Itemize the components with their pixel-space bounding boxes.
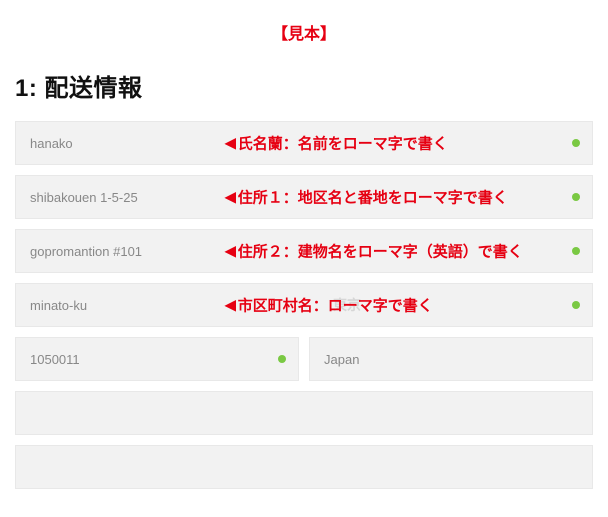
postal-value: 1050011 bbox=[30, 352, 80, 367]
empty-field-2[interactable] bbox=[15, 445, 593, 489]
valid-dot-icon bbox=[572, 247, 580, 255]
valid-dot-icon bbox=[572, 139, 580, 147]
name-value: hanako bbox=[30, 136, 73, 151]
row-address1: shibakouen 1-5-25 住所１：地区名と番地をローマ字で書く bbox=[15, 175, 593, 219]
row-empty-2 bbox=[15, 445, 593, 489]
country-field[interactable]: Japan bbox=[309, 337, 593, 381]
valid-dot-icon bbox=[572, 193, 580, 201]
annotation-city: 市区町村名：ローマ字で書く bbox=[225, 295, 433, 316]
country-value: Japan bbox=[324, 352, 359, 367]
postal-field[interactable]: 1050011 bbox=[15, 337, 299, 381]
row-name: hanako 氏名蘭：名前をローマ字で書く bbox=[15, 121, 593, 165]
city-value: minato-ku bbox=[30, 298, 87, 313]
row-city: minato-ku 東京 市区町村名：ローマ字で書く bbox=[15, 283, 593, 327]
sample-label: 【見本】 bbox=[15, 20, 593, 44]
annotation-name: 氏名蘭：名前をローマ字で書く bbox=[225, 133, 448, 154]
row-empty-1 bbox=[15, 391, 593, 435]
annotation-address1: 住所１：地区名と番地をローマ字で書く bbox=[225, 187, 508, 208]
row-address2: gopromantion #101 住所２：建物名をローマ字（英語）で書く bbox=[15, 229, 593, 273]
address1-value: shibakouen 1-5-25 bbox=[30, 190, 138, 205]
annotation-address2: 住所２：建物名をローマ字（英語）で書く bbox=[225, 241, 523, 262]
row-postal-country: 1050011 Japan bbox=[15, 337, 593, 381]
valid-dot-icon bbox=[572, 301, 580, 309]
section-title: 1: 配送情報 bbox=[15, 68, 593, 103]
address2-value: gopromantion #101 bbox=[30, 244, 142, 259]
valid-dot-icon bbox=[278, 355, 286, 363]
empty-field-1[interactable] bbox=[15, 391, 593, 435]
